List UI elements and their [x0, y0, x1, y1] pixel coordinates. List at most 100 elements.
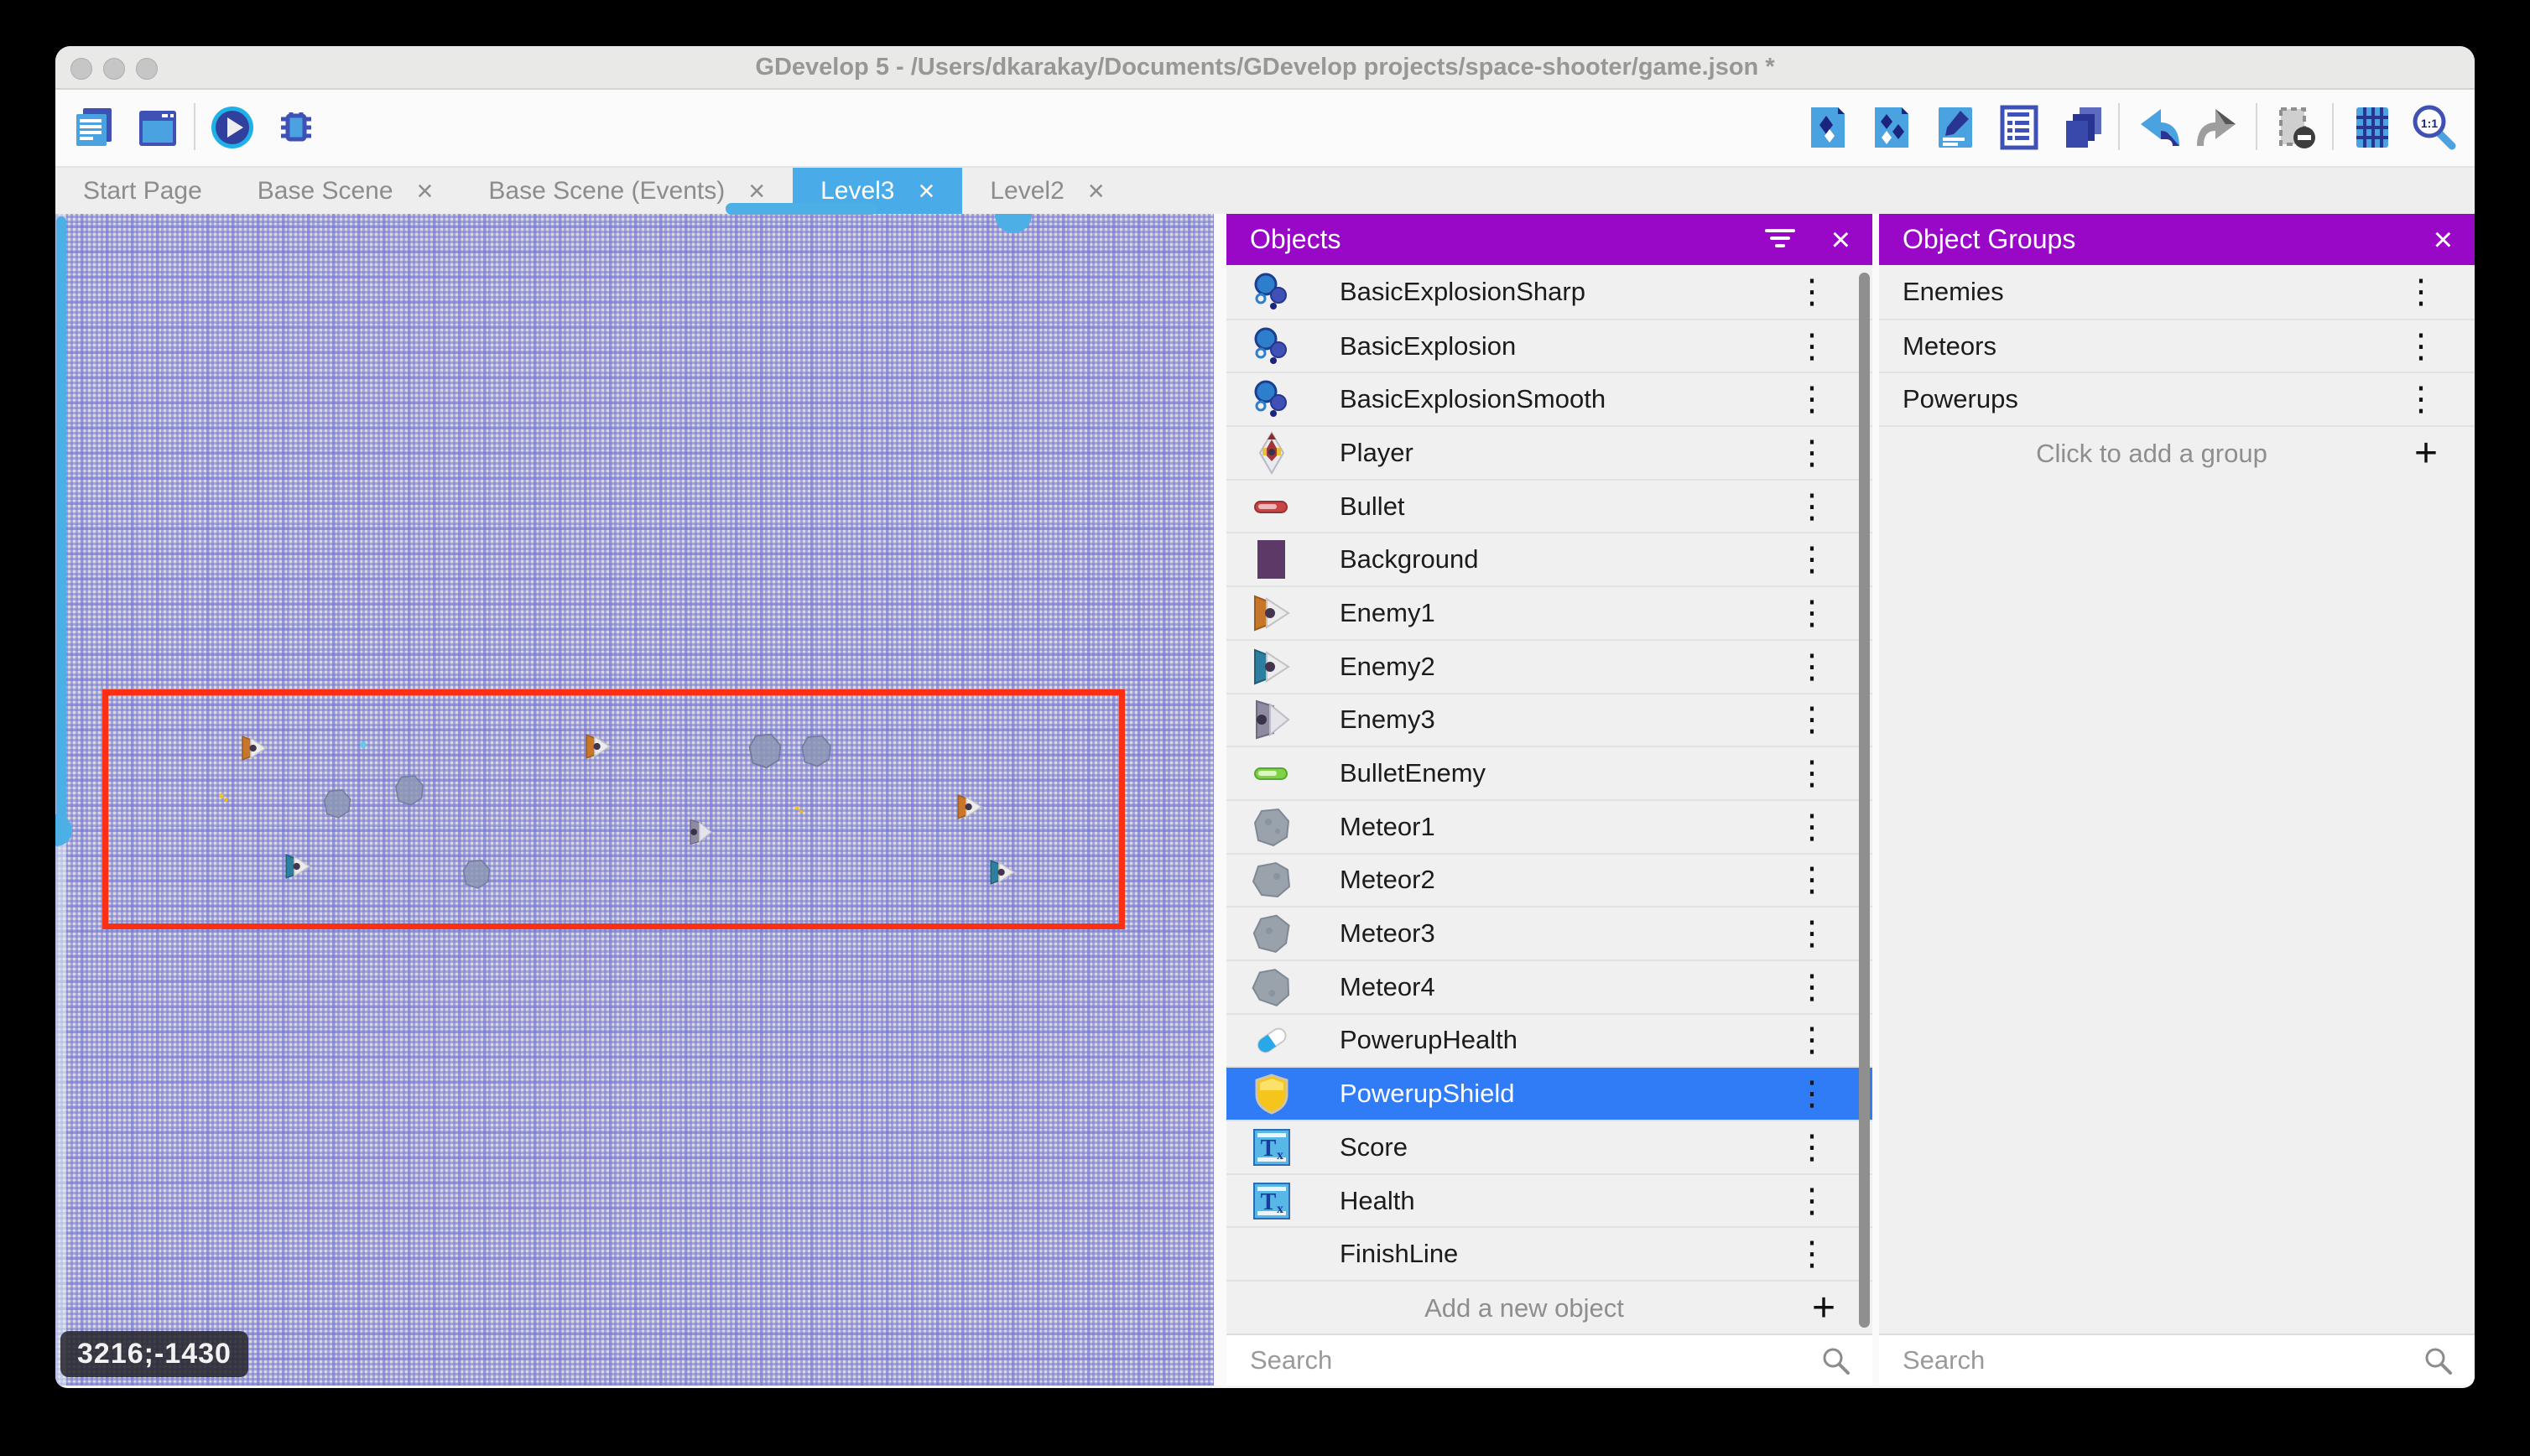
kebab-menu-icon[interactable]: ⋮	[1795, 812, 1829, 842]
horizontal-scrollbar-handle[interactable]	[995, 214, 1032, 233]
properties-icon[interactable]	[1931, 103, 1980, 152]
kebab-menu-icon[interactable]: ⋮	[1795, 918, 1829, 949]
redo-icon[interactable]	[2194, 103, 2243, 152]
object-row-basicexplosionsharp[interactable]: BasicExplosionSharp⋮	[1226, 265, 1872, 319]
undo-icon[interactable]	[2133, 103, 2182, 152]
canvas-instance-sparkle[interactable]	[217, 792, 231, 805]
group-row-powerups[interactable]: Powerups⋮	[1879, 372, 2475, 425]
project-manager-icon[interactable]	[70, 103, 119, 152]
close-icon[interactable]: ×	[1831, 223, 1851, 257]
kebab-menu-icon[interactable]: ⋮	[1795, 384, 1829, 414]
object-row-meteor2[interactable]: Meteor2⋮	[1226, 853, 1872, 907]
zoom-1-1-icon[interactable]: 1:1	[2409, 103, 2458, 152]
object-name: BasicExplosionSmooth	[1340, 384, 1606, 414]
canvas-instance-meteor[interactable]	[798, 732, 835, 769]
object-row-meteor3[interactable]: Meteor3⋮	[1226, 906, 1872, 959]
objects-list-icon[interactable]	[1804, 103, 1852, 152]
canvas-instance-meteor[interactable]	[392, 772, 427, 808]
svg-text:T: T	[1261, 1189, 1277, 1215]
groups-search-input[interactable]	[1901, 1344, 2423, 1376]
kebab-menu-icon[interactable]: ⋮	[1795, 277, 1829, 307]
kebab-menu-icon[interactable]: ⋮	[1795, 865, 1829, 895]
instances-list-icon[interactable]	[1995, 103, 2043, 152]
object-name: Enemy1	[1340, 598, 1435, 628]
search-icon[interactable]	[2423, 1345, 2453, 1375]
kebab-menu-icon[interactable]: ⋮	[1795, 1239, 1829, 1269]
horizontal-scrollbar-thumb[interactable]	[726, 203, 877, 215]
search-icon[interactable]	[1820, 1345, 1851, 1375]
object-row-poweruphealth[interactable]: PowerupHealth⋮	[1226, 1013, 1872, 1067]
kebab-menu-icon[interactable]: ⋮	[1795, 598, 1829, 628]
kebab-menu-icon[interactable]: ⋮	[1795, 1132, 1829, 1162]
play-icon[interactable]	[208, 103, 257, 152]
object-row-background[interactable]: Background⋮	[1226, 532, 1872, 585]
kebab-menu-icon[interactable]: ⋮	[1795, 758, 1829, 788]
object-groups-icon[interactable]	[1867, 103, 1916, 152]
object-row-meteor4[interactable]: Meteor4⋮	[1226, 959, 1872, 1013]
add-group-button[interactable]: Click to add a group+	[1879, 425, 2475, 481]
tab-close-icon[interactable]: ×	[748, 177, 765, 205]
canvas-instance-enemy2[interactable]	[987, 857, 1018, 887]
filter-icon[interactable]	[1764, 229, 1796, 251]
toggle-instances-mask-icon[interactable]	[2272, 103, 2320, 152]
object-row-bullet[interactable]: Bullet⋮	[1226, 479, 1872, 533]
kebab-menu-icon[interactable]: ⋮	[2404, 384, 2438, 414]
canvas-instance-enemy1[interactable]	[955, 792, 985, 822]
kebab-menu-icon[interactable]: ⋮	[2404, 277, 2438, 307]
group-row-enemies[interactable]: Enemies⋮	[1879, 265, 2475, 319]
tab-base-scene[interactable]: Base Scene×	[230, 168, 461, 214]
tab-level2[interactable]: Level2×	[962, 168, 1132, 214]
object-row-player[interactable]: Player⋮	[1226, 425, 1872, 479]
kebab-menu-icon[interactable]: ⋮	[1795, 544, 1829, 575]
canvas-instance-meteor[interactable]	[320, 787, 354, 820]
group-row-meteors[interactable]: Meteors⋮	[1879, 319, 2475, 372]
add-plus-icon[interactable]: +	[2414, 434, 2438, 474]
kebab-menu-icon[interactable]: ⋮	[1795, 491, 1829, 522]
scene-canvas[interactable]: 3216;-1430	[55, 214, 1214, 1386]
scene-window-icon[interactable]	[133, 103, 182, 152]
kebab-menu-icon[interactable]: ⋮	[1795, 972, 1829, 1002]
add-plus-icon[interactable]: +	[1812, 1288, 1835, 1329]
object-row-enemy3[interactable]: Enemy3⋮	[1226, 693, 1872, 746]
layers-icon[interactable]	[2059, 103, 2107, 152]
gdevelop-window: GDevelop 5 - /Users/dkarakay/Documents/G…	[55, 46, 2475, 1388]
tab-close-icon[interactable]: ×	[1088, 177, 1105, 205]
object-row-powerupshield[interactable]: PowerupShield⋮	[1226, 1066, 1872, 1120]
kebab-menu-icon[interactable]: ⋮	[1795, 1186, 1829, 1216]
canvas-instance-enemy1[interactable]	[239, 733, 269, 763]
objects-scrollbar-thumb[interactable]	[1859, 273, 1870, 1328]
debug-icon[interactable]	[272, 103, 320, 152]
object-row-enemy1[interactable]: Enemy1 ⋮	[1226, 585, 1872, 639]
canvas-instance-enemy3[interactable]	[686, 818, 715, 846]
vertical-scrollbar-handle[interactable]	[55, 814, 72, 846]
vertical-scrollbar-thumb[interactable]	[56, 216, 66, 844]
tab-close-icon[interactable]: ×	[417, 177, 434, 205]
object-row-score[interactable]: TxScore⋮	[1226, 1120, 1872, 1173]
canvas-instance-enemy1[interactable]	[583, 731, 613, 762]
object-row-basicexplosion[interactable]: BasicExplosion⋮	[1226, 319, 1872, 372]
kebab-menu-icon[interactable]: ⋮	[1795, 331, 1829, 361]
kebab-menu-icon[interactable]: ⋮	[1795, 438, 1829, 468]
canvas-instance-meteor[interactable]	[460, 857, 493, 891]
kebab-menu-icon[interactable]: ⋮	[1795, 1079, 1829, 1109]
object-row-finishline[interactable]: FinishLine⋮	[1226, 1226, 1872, 1280]
canvas-instance-meteor[interactable]	[745, 731, 785, 771]
canvas-instance-enemy2[interactable]	[283, 851, 313, 881]
object-row-meteor1[interactable]: Meteor1⋮	[1226, 799, 1872, 853]
tab-start-page[interactable]: Start Page	[55, 168, 230, 214]
tab-close-icon[interactable]: ×	[918, 177, 934, 205]
object-row-enemy2[interactable]: Enemy2⋮	[1226, 639, 1872, 693]
kebab-menu-icon[interactable]: ⋮	[1795, 652, 1829, 682]
canvas-instance-sparkle[interactable]	[794, 804, 805, 816]
grid-icon[interactable]	[2348, 103, 2397, 152]
canvas-instance-dot[interactable]	[359, 741, 367, 749]
kebab-menu-icon[interactable]: ⋮	[2404, 331, 2438, 361]
kebab-menu-icon[interactable]: ⋮	[1795, 705, 1829, 735]
add-new-object-button[interactable]: Add a new object+	[1226, 1280, 1872, 1335]
object-row-health[interactable]: TxHealth⋮	[1226, 1173, 1872, 1227]
objects-search-input[interactable]	[1248, 1344, 1820, 1376]
object-row-bulletenemy[interactable]: BulletEnemy⋮	[1226, 746, 1872, 799]
object-row-basicexplosionsmooth[interactable]: BasicExplosionSmooth ⋮	[1226, 372, 1872, 425]
close-icon[interactable]: ×	[2434, 223, 2453, 257]
kebab-menu-icon[interactable]: ⋮	[1795, 1025, 1829, 1055]
